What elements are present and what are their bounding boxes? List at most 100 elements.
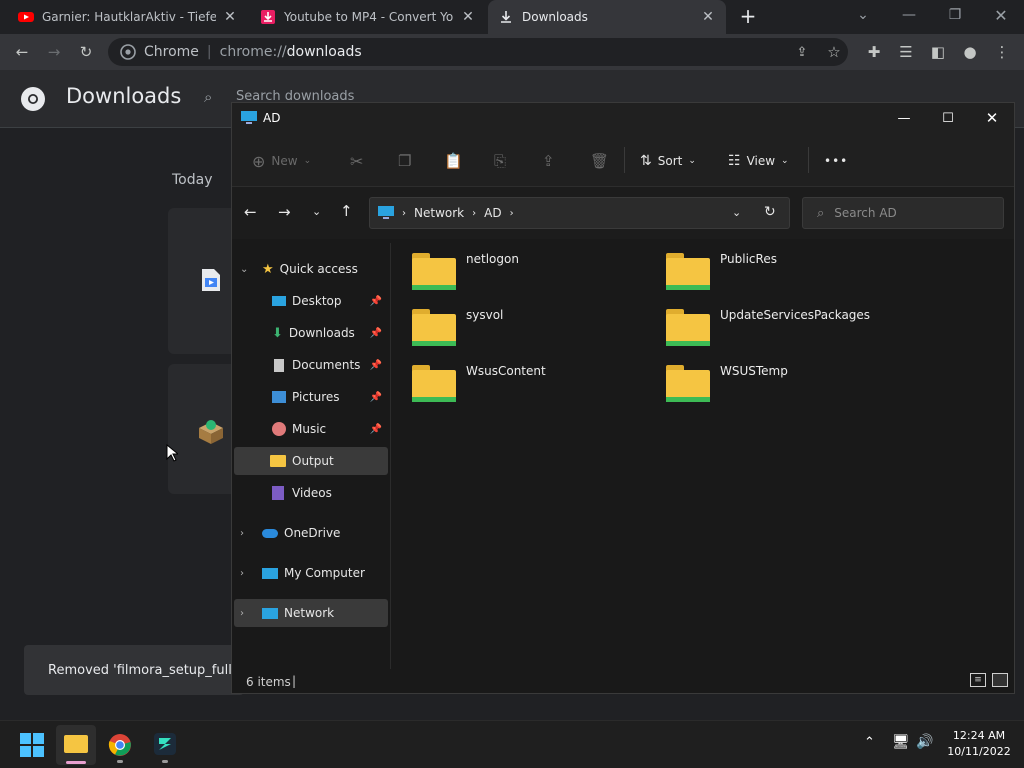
youtube-icon	[18, 12, 34, 22]
new-tab-button[interactable]: +	[736, 4, 760, 30]
omnibox[interactable]: Chrome | chrome://downloads	[108, 38, 848, 66]
profile-icon[interactable]: ●	[958, 40, 982, 64]
running-indicator	[162, 760, 168, 763]
forward-icon[interactable]: →	[42, 40, 66, 64]
start-windows-icon[interactable]	[20, 733, 44, 757]
sort-button[interactable]: ⇅ Sort ⌄	[640, 145, 696, 177]
network-status-icon[interactable]: 🖥	[892, 734, 910, 750]
copy-icon[interactable]: ❐	[398, 145, 411, 177]
minimize-icon[interactable]: —	[886, 0, 932, 30]
tab-strip: Garnier: HautklarAktiv - Tiefen-Re ✕ You…	[0, 0, 1024, 34]
chrome-logo-icon	[21, 87, 45, 111]
nav-item-output[interactable]: Output	[234, 447, 388, 475]
toast-text: Removed 'filmora_setup_full846	[48, 662, 244, 678]
search-icon: ⌕	[817, 205, 825, 221]
chevron-down-icon: ⌄	[781, 156, 789, 166]
rename-icon[interactable]: ⎘	[494, 145, 506, 177]
document-icon	[274, 358, 284, 372]
tab-downloads[interactable]: Downloads ✕	[488, 0, 726, 34]
close-tab-icon[interactable]: ✕	[460, 9, 476, 25]
nav-my-computer[interactable]: › My Computer	[234, 559, 388, 587]
folder-item[interactable]: sysvol	[412, 308, 503, 349]
search-ad-input[interactable]: ⌕ Search AD	[802, 197, 1004, 229]
tab-search-icon[interactable]: ⌄	[840, 0, 886, 30]
nav-item-music[interactable]: Music 📌	[234, 415, 388, 443]
share-icon[interactable]: ⇪	[790, 40, 814, 64]
section-today: Today	[172, 172, 213, 188]
address-bar[interactable]: › Network › AD › ⌄ ↻	[369, 197, 790, 229]
more-options-button[interactable]: •••	[824, 145, 848, 177]
minimize-icon[interactable]: —	[882, 103, 926, 133]
installer-package-icon[interactable]	[196, 416, 226, 446]
nav-network[interactable]: › Network	[234, 599, 388, 627]
large-icons-view-icon[interactable]	[992, 673, 1008, 687]
search-icon[interactable]: ⌕	[204, 88, 212, 106]
tab-garnier[interactable]: Garnier: HautklarAktiv - Tiefen-Re ✕	[8, 0, 248, 34]
nav-onedrive[interactable]: › OneDrive	[234, 519, 388, 547]
side-panel-icon[interactable]: ◧	[926, 40, 950, 64]
sort-icon: ⇅	[640, 153, 652, 169]
back-icon[interactable]: ←	[244, 203, 257, 221]
filmora-taskbar-icon[interactable]	[152, 731, 178, 757]
share-icon[interactable]: ⇪	[542, 145, 555, 177]
tab-youtube-mp4[interactable]: Youtube to MP4 - Convert Youtu ✕	[250, 0, 486, 34]
video-file-icon[interactable]	[201, 268, 221, 292]
folder-icon	[412, 309, 458, 349]
bookmark-star-icon[interactable]: ☆	[822, 40, 846, 64]
folder-item[interactable]: WsusContent	[412, 364, 546, 405]
folder-icon	[270, 455, 286, 467]
extensions-icon[interactable]: ✚	[862, 40, 886, 64]
new-button[interactable]: ⊕ New ⌄	[252, 145, 311, 177]
breadcrumb-ad[interactable]: AD	[484, 206, 501, 220]
chrome-taskbar-icon[interactable]	[108, 733, 132, 757]
nav-item-pictures[interactable]: Pictures 📌	[234, 383, 388, 411]
volume-icon[interactable]: 🔊	[916, 734, 933, 750]
up-icon[interactable]: ↑	[340, 202, 353, 220]
reload-icon[interactable]: ↻	[74, 40, 98, 64]
pin-icon: 📌	[369, 327, 382, 339]
star-icon: ★	[262, 261, 274, 277]
folder-item[interactable]: netlogon	[412, 252, 519, 293]
content-pane: netlogon PublicRes sysvol UpdateServices…	[392, 239, 1012, 669]
nav-item-desktop[interactable]: Desktop 📌	[234, 287, 388, 315]
close-window-icon[interactable]: ✕	[978, 0, 1024, 30]
pane-divider	[390, 243, 391, 669]
breadcrumb-network[interactable]: Network	[414, 206, 464, 220]
clock-date[interactable]: 10/11/2022	[946, 745, 1012, 758]
cut-icon[interactable]: ✂	[350, 145, 363, 177]
forward-icon[interactable]: →	[278, 203, 291, 221]
network-computer-icon	[241, 111, 257, 124]
status-divider: |	[292, 674, 297, 688]
navigation-pane: ⌄ ★ Quick access Desktop 📌 ⬇ Downloads 📌…	[232, 239, 390, 669]
folder-icon	[412, 253, 458, 293]
delete-icon[interactable]: 🗑	[590, 145, 609, 177]
view-button[interactable]: ☷ View ⌄	[728, 145, 789, 177]
nav-item-downloads[interactable]: ⬇ Downloads 📌	[234, 319, 388, 347]
menu-kebab-icon[interactable]: ⋮	[990, 40, 1014, 64]
nav-item-documents[interactable]: Documents 📌	[234, 351, 388, 379]
close-tab-icon[interactable]: ✕	[700, 9, 716, 25]
folder-item[interactable]: WSUSTemp	[666, 364, 788, 405]
close-tab-icon[interactable]: ✕	[222, 9, 238, 25]
details-view-icon[interactable]: ≡	[970, 673, 986, 687]
folder-item[interactable]: UpdateServicesPackages	[666, 308, 870, 349]
nav-quick-access[interactable]: ⌄ ★ Quick access	[234, 255, 388, 283]
pin-icon: 📌	[369, 391, 382, 403]
folder-icon	[666, 365, 712, 405]
recent-locations-icon[interactable]: ⌄	[312, 205, 321, 218]
back-icon[interactable]: ←	[10, 40, 34, 64]
explorer-titlebar: AD — ☐ ✕	[232, 103, 1014, 133]
chevron-up-icon[interactable]: ⌃	[864, 735, 875, 750]
chevron-right-icon: ›	[240, 527, 244, 539]
maximize-icon[interactable]: ☐	[926, 103, 970, 133]
taskbar-explorer-button[interactable]	[56, 725, 96, 765]
paste-icon[interactable]: 📋	[444, 145, 463, 177]
refresh-icon[interactable]: ↻	[764, 204, 776, 220]
reading-list-icon[interactable]: ☰	[894, 40, 918, 64]
address-dropdown-icon[interactable]: ⌄	[732, 206, 741, 219]
clock-time[interactable]: 12:24 AM	[946, 729, 1012, 742]
close-icon[interactable]: ✕	[970, 103, 1014, 133]
nav-item-videos[interactable]: Videos	[234, 479, 388, 507]
restore-icon[interactable]: ❐	[932, 0, 978, 30]
folder-item[interactable]: PublicRes	[666, 252, 777, 293]
